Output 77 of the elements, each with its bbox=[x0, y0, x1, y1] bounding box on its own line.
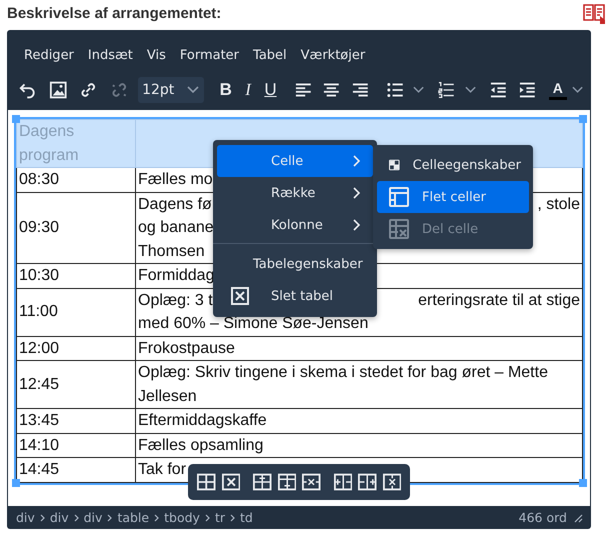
resize-grip-icon[interactable] bbox=[573, 512, 583, 522]
resize-handle[interactable] bbox=[579, 478, 587, 486]
table-action-icon[interactable] bbox=[197, 473, 216, 491]
indent-icon[interactable] bbox=[518, 82, 536, 98]
outdent-icon[interactable] bbox=[490, 82, 507, 98]
table-action-icon[interactable] bbox=[278, 473, 296, 491]
font-size-select[interactable]: 12pt bbox=[138, 77, 204, 103]
split-cell-icon bbox=[389, 219, 409, 239]
breadcrumb-item[interactable]: tbody bbox=[164, 510, 200, 525]
field-label: Beskrivelse af arrangementet: bbox=[7, 5, 222, 22]
chevron-right-icon bbox=[353, 187, 361, 199]
breadcrumb-separator-icon bbox=[204, 514, 210, 522]
format-button[interactable]: I bbox=[238, 78, 258, 102]
table-action-icon[interactable] bbox=[222, 473, 240, 491]
context-menu-item[interactable]: Celle bbox=[217, 145, 373, 177]
caret-icon[interactable] bbox=[572, 86, 584, 94]
time-cell: 08:30 bbox=[16, 168, 136, 192]
image-icon[interactable] bbox=[48, 80, 68, 100]
merge-cells-icon bbox=[389, 187, 409, 207]
context-menu-item[interactable]: Kolonne bbox=[217, 209, 373, 241]
color-swatch bbox=[548, 97, 567, 100]
breadcrumb-separator-icon bbox=[154, 514, 160, 522]
resize-handle[interactable] bbox=[12, 478, 20, 486]
table-cell: Frokostpause bbox=[136, 336, 582, 360]
header-cell: Dagens program bbox=[16, 120, 136, 168]
menu-item[interactable]: Værktøjer bbox=[294, 44, 372, 66]
breadcrumb-separator-icon bbox=[230, 514, 235, 522]
caret-icon[interactable] bbox=[465, 86, 476, 94]
table-cell: Fælles opsamling bbox=[136, 433, 582, 458]
breadcrumb-separator-icon bbox=[107, 514, 112, 522]
numbered-list-icon[interactable] bbox=[438, 81, 456, 99]
breadcrumb-item[interactable]: tr bbox=[214, 510, 225, 525]
resize-handle[interactable] bbox=[579, 115, 587, 123]
breadcrumb-separator-icon bbox=[74, 514, 79, 522]
table-cell: Eftermiddagskaffe bbox=[136, 408, 582, 433]
breadcrumb-item[interactable]: div bbox=[84, 510, 102, 525]
caret-icon bbox=[186, 86, 199, 94]
align-icon[interactable] bbox=[352, 82, 369, 98]
format-button[interactable]: B bbox=[216, 78, 236, 102]
menu-item[interactable]: Rediger bbox=[17, 44, 81, 66]
time-cell: 11:00 bbox=[16, 288, 136, 336]
caret-icon[interactable] bbox=[413, 86, 424, 94]
table-cell: Oplæg: Skriv tingene i skema i stedet for bag øret – Mette Jellesen bbox=[136, 360, 582, 408]
word-count[interactable]: 466 ord bbox=[518, 510, 567, 525]
resize-handle[interactable] bbox=[12, 115, 20, 123]
menu-item[interactable]: Indsæt bbox=[80, 44, 140, 66]
align-icon[interactable] bbox=[323, 82, 340, 98]
time-cell: 14:45 bbox=[16, 458, 136, 482]
table-action-icon[interactable] bbox=[253, 473, 272, 491]
bullet-list-icon[interactable] bbox=[386, 82, 404, 98]
delete-icon bbox=[231, 287, 249, 305]
menu-item[interactable]: Formater bbox=[172, 44, 246, 66]
table-action-icon[interactable] bbox=[334, 473, 352, 491]
time-cell: 12:00 bbox=[16, 336, 136, 360]
breadcrumb-item[interactable]: div bbox=[50, 510, 69, 525]
menu-item[interactable]: Tabel bbox=[246, 44, 294, 66]
time-cell: 13:45 bbox=[16, 408, 136, 433]
time-cell: 14:10 bbox=[16, 433, 136, 458]
time-cell: 09:30 bbox=[16, 192, 136, 264]
table-action-icon[interactable] bbox=[358, 473, 376, 491]
breadcrumb-item[interactable]: div bbox=[16, 510, 35, 525]
breadcrumb-item[interactable]: table bbox=[117, 510, 150, 525]
breadcrumb-item[interactable]: td bbox=[240, 510, 253, 525]
table-action-icon[interactable] bbox=[302, 473, 320, 491]
table-action-icon[interactable] bbox=[382, 473, 401, 491]
format-button[interactable]: U bbox=[260, 78, 281, 102]
book-icon[interactable] bbox=[583, 2, 607, 24]
chevron-right-icon bbox=[353, 155, 361, 167]
submenu-item[interactable]: Flet celler bbox=[377, 181, 529, 213]
link-icon[interactable] bbox=[79, 80, 98, 100]
time-cell: 10:30 bbox=[16, 264, 136, 288]
align-icon[interactable] bbox=[294, 82, 312, 98]
menu-item[interactable]: Vis bbox=[140, 44, 173, 66]
time-cell: 12:45 bbox=[16, 360, 136, 408]
chevron-right-icon bbox=[353, 219, 361, 231]
breadcrumb-separator-icon bbox=[40, 514, 45, 522]
text-color-button[interactable]: A bbox=[548, 80, 568, 100]
